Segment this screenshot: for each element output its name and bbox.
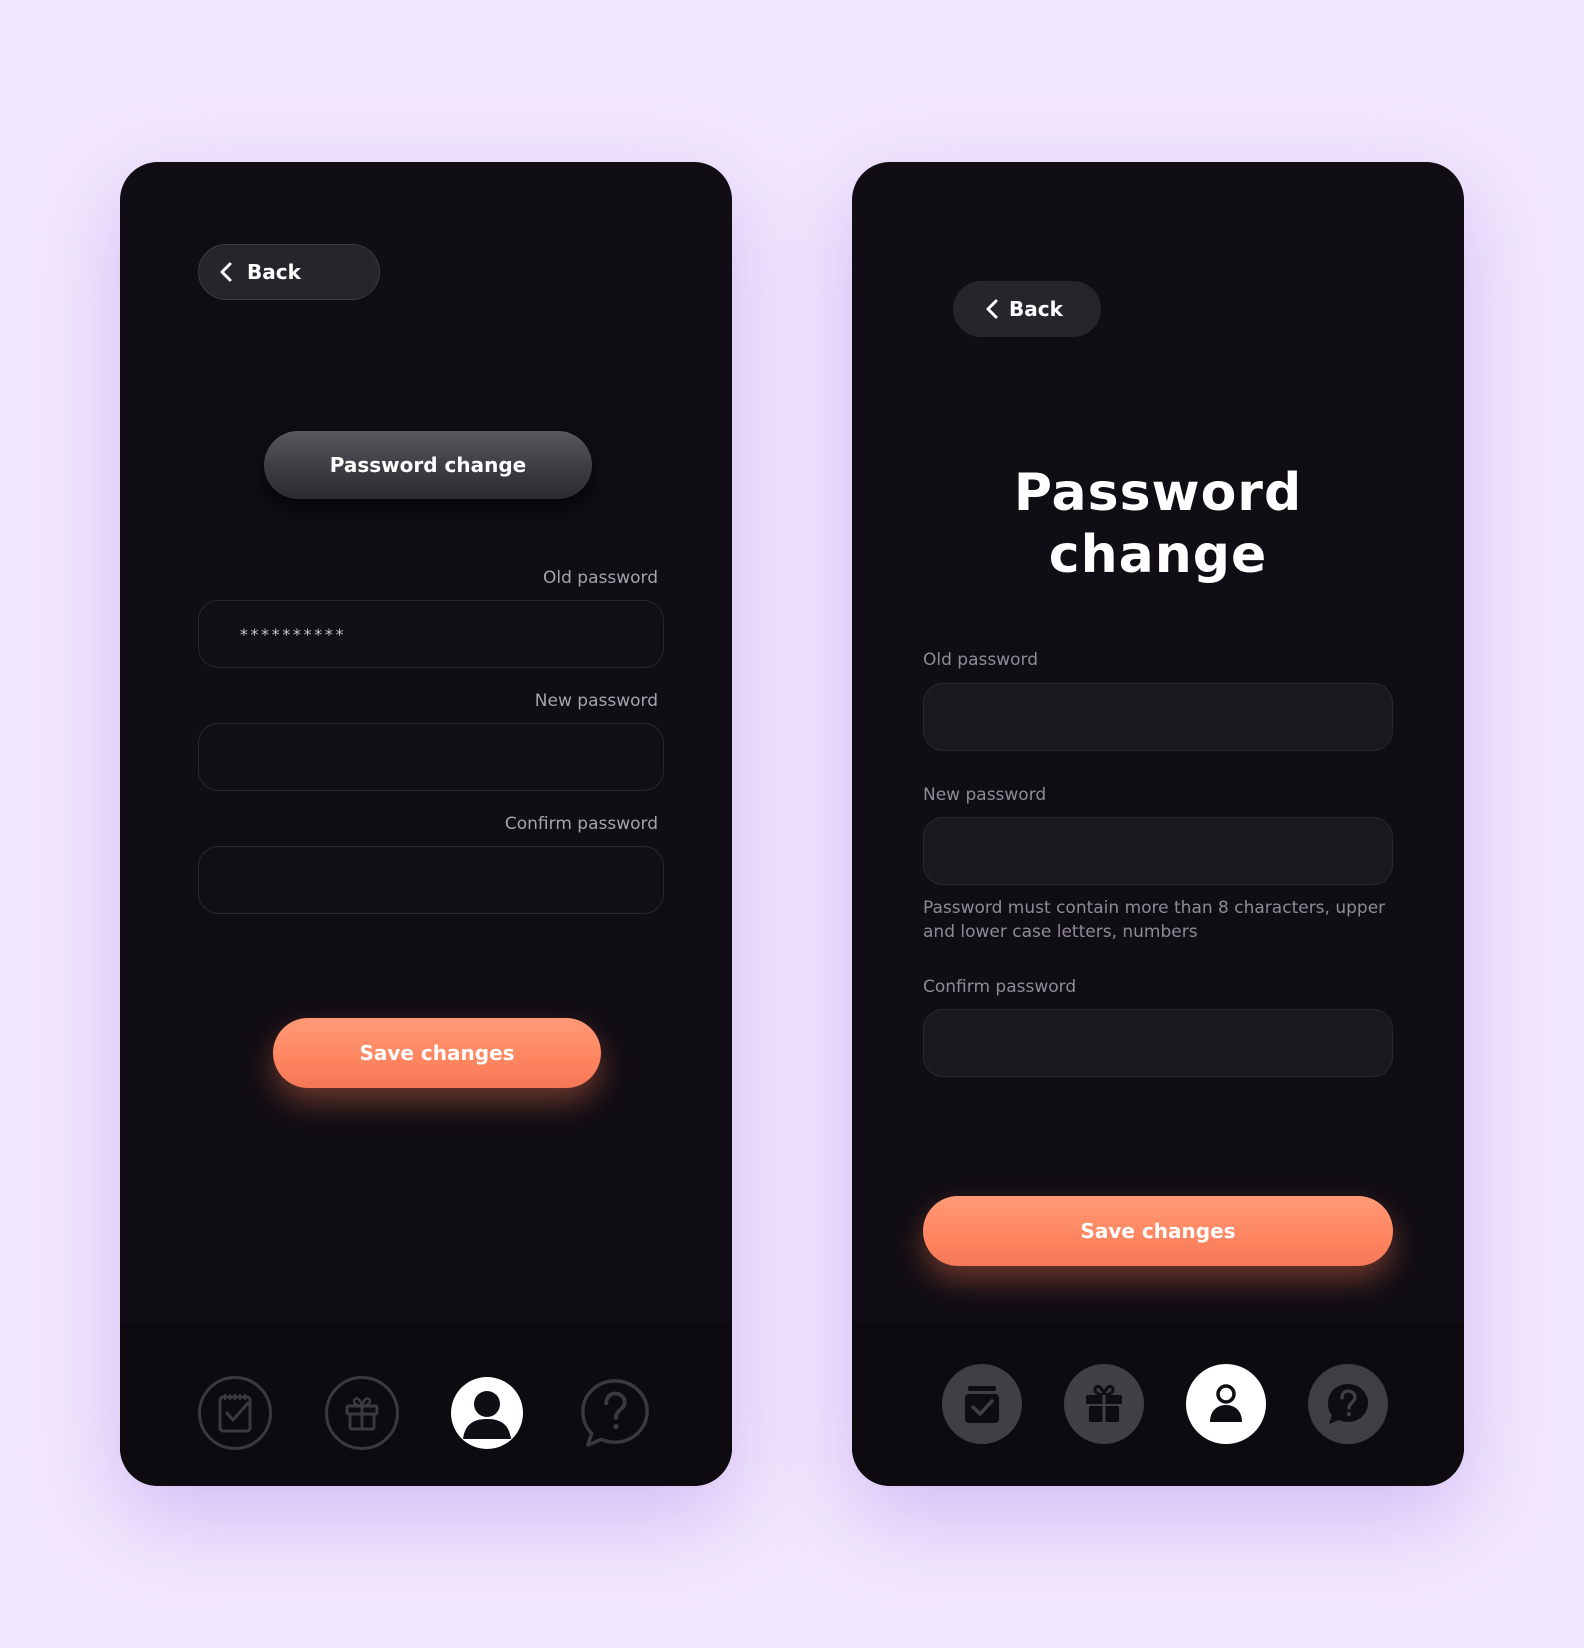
confirm-password-input[interactable] xyxy=(923,1009,1393,1077)
profile-icon xyxy=(1210,1384,1242,1422)
confirm-password-label: Confirm password xyxy=(923,977,1077,997)
nav-tasks[interactable] xyxy=(942,1364,1022,1444)
gift-icon xyxy=(345,1397,379,1431)
back-button-label: Back xyxy=(1009,297,1063,321)
new-password-input[interactable] xyxy=(198,723,664,791)
page-title-line-1: Password xyxy=(1013,463,1303,523)
new-password-label: New password xyxy=(534,691,658,711)
bottom-navigation xyxy=(852,1322,1464,1486)
tasks-icon xyxy=(965,1386,999,1423)
back-button-label: Back xyxy=(247,260,301,284)
password-requirements-hint: Password must contain more than 8 charac… xyxy=(923,898,1386,942)
new-password-label: New password xyxy=(923,785,1047,805)
phone-screen-right: Back Password change Old password New pa… xyxy=(852,162,1464,1486)
new-password-input[interactable] xyxy=(923,817,1393,885)
profile-icon xyxy=(463,1391,511,1439)
confirm-password-input[interactable] xyxy=(198,846,664,914)
page-title: Password change xyxy=(852,462,1464,586)
back-button[interactable]: Back xyxy=(198,244,380,300)
nav-gifts[interactable] xyxy=(1064,1364,1144,1444)
old-password-label: Old password xyxy=(542,568,658,588)
chevron-left-icon xyxy=(220,262,232,282)
nav-tasks[interactable] xyxy=(198,1376,272,1450)
bottom-navigation xyxy=(120,1322,732,1486)
nav-help[interactable] xyxy=(1308,1364,1388,1444)
save-changes-button[interactable]: Save changes xyxy=(923,1196,1393,1266)
nav-help[interactable] xyxy=(578,1376,652,1450)
help-icon xyxy=(581,1379,649,1447)
back-button[interactable]: Back xyxy=(953,281,1101,337)
nav-gifts[interactable] xyxy=(325,1376,399,1450)
save-changes-button[interactable]: Save changes xyxy=(273,1018,601,1088)
old-password-label: Old password xyxy=(923,650,1039,670)
page-title: Password change xyxy=(264,431,592,499)
nav-profile[interactable] xyxy=(451,1377,523,1449)
confirm-password-label: Confirm password xyxy=(504,814,658,834)
old-password-input[interactable] xyxy=(923,683,1393,751)
page-title-line-2: change xyxy=(1048,525,1268,585)
nav-profile[interactable] xyxy=(1186,1364,1266,1444)
tasks-icon xyxy=(218,1394,252,1433)
help-icon xyxy=(1328,1384,1368,1424)
old-password-input[interactable] xyxy=(198,600,664,668)
gift-icon xyxy=(1086,1385,1122,1422)
chevron-left-icon xyxy=(986,299,998,319)
phone-screen-left: Back Password change Old password New pa… xyxy=(120,162,732,1486)
